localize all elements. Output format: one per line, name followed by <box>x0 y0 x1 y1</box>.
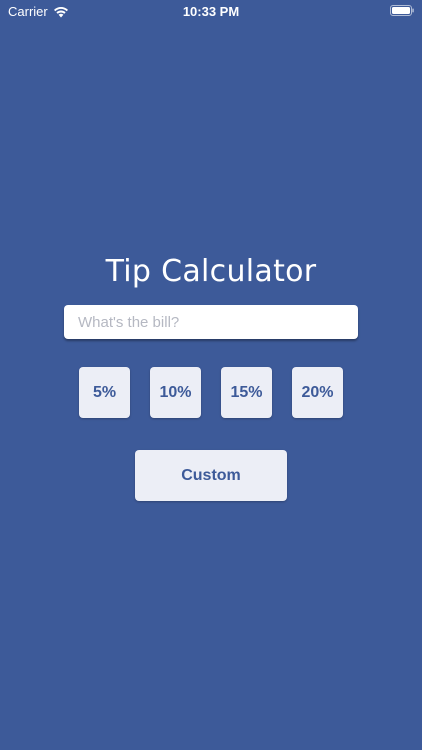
tip-5-percent-button[interactable]: 5% <box>79 367 130 418</box>
battery-icon <box>390 5 414 16</box>
tip-calculator-screen: Carrier 10:33 PM Tip Calculator 5% 10% 1… <box>0 0 422 750</box>
tip-10-percent-button[interactable]: 10% <box>150 367 201 418</box>
tip-20-percent-button[interactable]: 20% <box>292 367 343 418</box>
bill-input[interactable] <box>64 305 358 339</box>
app-title: Tip Calculator <box>105 254 317 289</box>
status-bar: Carrier 10:33 PM <box>0 0 422 22</box>
tip-15-percent-button[interactable]: 15% <box>221 367 272 418</box>
custom-tip-button[interactable]: Custom <box>135 450 287 501</box>
status-time: 10:33 PM <box>182 4 240 19</box>
